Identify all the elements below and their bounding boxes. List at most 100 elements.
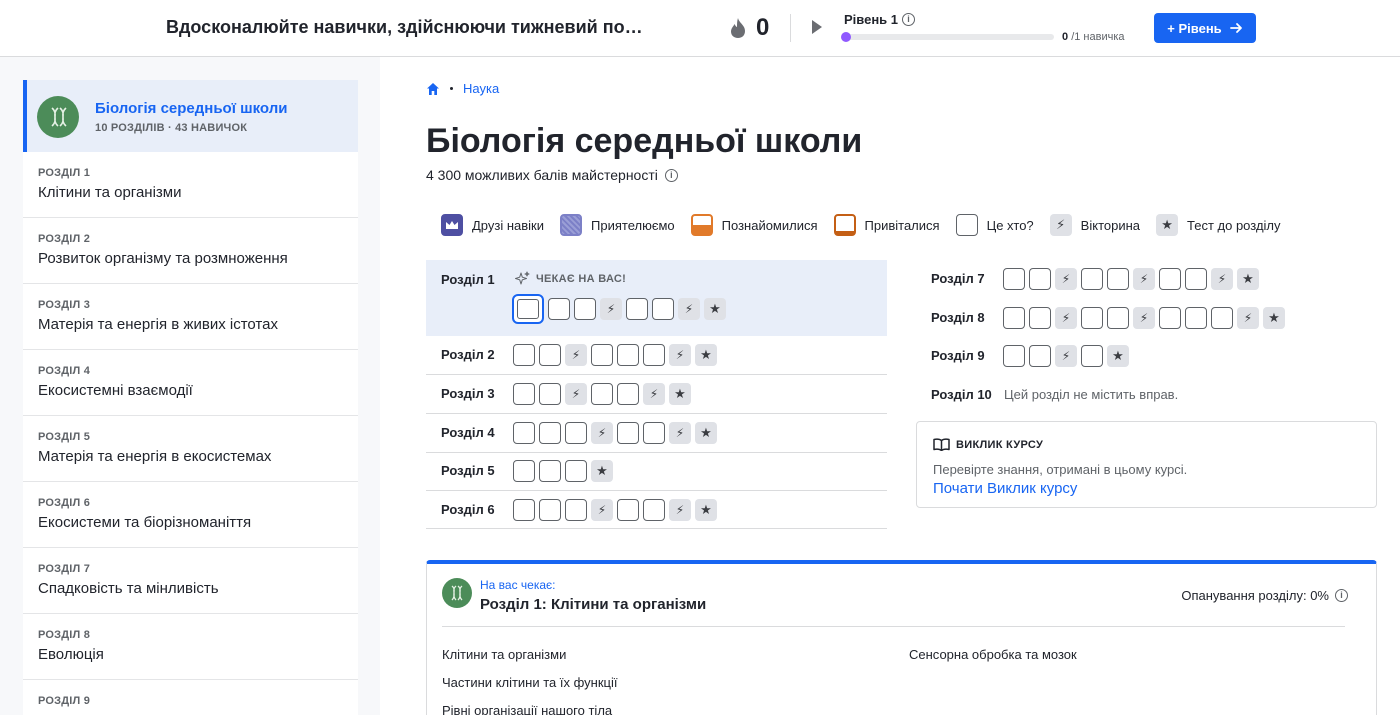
breadcrumb-link[interactable]: Наука bbox=[463, 81, 499, 96]
skill-box[interactable] bbox=[617, 499, 639, 521]
skill-box[interactable] bbox=[1107, 307, 1129, 329]
skill-box[interactable] bbox=[643, 344, 665, 366]
sidebar-unit-item[interactable]: РОЗДІЛ 1 Клітини та організми bbox=[23, 152, 358, 218]
skill-box[interactable] bbox=[1159, 268, 1181, 290]
lesson-link[interactable]: Рівні організації нашого тіла bbox=[442, 703, 612, 715]
unit-row-label[interactable]: Розділ 10 bbox=[931, 387, 992, 402]
skill-box[interactable] bbox=[591, 383, 613, 405]
quiz-box[interactable]: ⚡︎ bbox=[643, 383, 665, 405]
skill-box[interactable] bbox=[565, 460, 587, 482]
skill-box[interactable] bbox=[1159, 307, 1181, 329]
skill-box[interactable] bbox=[1081, 345, 1103, 367]
lesson-link[interactable]: Сенсорна обробка та мозок bbox=[909, 647, 1077, 662]
sidebar-course-card[interactable]: Біологія середньої школи 10 РОЗДІЛІВ · 4… bbox=[23, 80, 358, 152]
skill-box[interactable] bbox=[539, 460, 561, 482]
quiz-box[interactable]: ⚡︎ bbox=[1055, 307, 1077, 329]
skill-box[interactable] bbox=[643, 422, 665, 444]
unit-test-box[interactable]: ★ bbox=[695, 344, 717, 366]
quiz-box[interactable]: ⚡︎ bbox=[678, 298, 700, 320]
quiz-box[interactable]: ⚡︎ bbox=[1055, 268, 1077, 290]
quiz-box[interactable]: ⚡︎ bbox=[669, 499, 691, 521]
lesson-link[interactable]: Частини клітини та їх функції bbox=[442, 675, 617, 690]
unit-row-label[interactable]: Розділ 4 bbox=[441, 425, 495, 440]
skill-box[interactable] bbox=[1185, 268, 1207, 290]
unit-row-label[interactable]: Розділ 6 bbox=[441, 502, 495, 517]
sidebar-unit-item[interactable]: РОЗДІЛ 2 Розвиток організму та розмноженн… bbox=[23, 218, 358, 284]
quiz-box[interactable]: ⚡︎ bbox=[565, 383, 587, 405]
unit-test-box[interactable]: ★ bbox=[695, 422, 717, 444]
skill-box[interactable] bbox=[617, 344, 639, 366]
skill-box[interactable] bbox=[617, 383, 639, 405]
unit-test-box[interactable]: ★ bbox=[695, 499, 717, 521]
skill-box[interactable] bbox=[1003, 345, 1025, 367]
weekly-goal-text[interactable]: Вдосконалюйте навички, здійснюючи тижнев… bbox=[166, 17, 643, 38]
skill-box[interactable] bbox=[565, 422, 587, 444]
skill-box[interactable] bbox=[574, 298, 596, 320]
skill-box[interactable] bbox=[652, 298, 674, 320]
skill-box[interactable] bbox=[513, 383, 535, 405]
skill-box[interactable] bbox=[548, 298, 570, 320]
sidebar-unit-item[interactable]: РОЗДІЛ 5 Матерія та енергія в екосистемах bbox=[23, 416, 358, 482]
unit-row-label[interactable]: Розділ 1 bbox=[441, 272, 495, 287]
skill-box[interactable] bbox=[539, 344, 561, 366]
unit-row-label[interactable]: Розділ 8 bbox=[931, 310, 985, 325]
quiz-box[interactable]: ⚡︎ bbox=[591, 422, 613, 444]
skill-box[interactable] bbox=[643, 499, 665, 521]
sidebar-unit-item[interactable]: РОЗДІЛ 7 Спадковість та мінливість bbox=[23, 548, 358, 614]
skill-box[interactable] bbox=[1081, 268, 1103, 290]
unit-test-box[interactable]: ★ bbox=[591, 460, 613, 482]
unit-row-label[interactable]: Розділ 7 bbox=[931, 271, 985, 286]
skill-box[interactable] bbox=[617, 422, 639, 444]
skill-box[interactable] bbox=[513, 344, 535, 366]
play-icon[interactable] bbox=[812, 20, 822, 34]
home-icon[interactable] bbox=[426, 82, 440, 96]
skill-box[interactable] bbox=[1029, 307, 1051, 329]
quiz-box[interactable]: ⚡︎ bbox=[600, 298, 622, 320]
skill-box[interactable] bbox=[539, 383, 561, 405]
lesson-link[interactable]: Клітини та організми bbox=[442, 647, 566, 662]
quiz-box[interactable]: ⚡︎ bbox=[565, 344, 587, 366]
info-icon[interactable]: i bbox=[664, 168, 678, 182]
level-up-button[interactable]: + Рівень bbox=[1154, 13, 1256, 43]
unit-row-label[interactable]: Розділ 3 bbox=[441, 386, 495, 401]
sidebar-unit-item[interactable]: РОЗДІЛ 4 Екосистемні взаємодії bbox=[23, 350, 358, 416]
unit-test-box[interactable]: ★ bbox=[1237, 268, 1259, 290]
quiz-box[interactable]: ⚡︎ bbox=[669, 422, 691, 444]
skill-box[interactable] bbox=[1029, 345, 1051, 367]
skill-box[interactable] bbox=[591, 344, 613, 366]
skill-box[interactable] bbox=[513, 460, 535, 482]
quiz-box[interactable]: ⚡︎ bbox=[1237, 307, 1259, 329]
skill-box[interactable] bbox=[539, 422, 561, 444]
info-icon[interactable]: i bbox=[902, 13, 916, 26]
sidebar-unit-item[interactable]: РОЗДІЛ 3 Матерія та енергія в живих істот… bbox=[23, 284, 358, 350]
skill-box[interactable] bbox=[1185, 307, 1207, 329]
quiz-box[interactable]: ⚡︎ bbox=[591, 499, 613, 521]
unit-test-box[interactable]: ★ bbox=[704, 298, 726, 320]
quiz-box[interactable]: ⚡︎ bbox=[1133, 268, 1155, 290]
skill-box[interactable] bbox=[1029, 268, 1051, 290]
skill-box[interactable] bbox=[1211, 307, 1233, 329]
skill-box[interactable] bbox=[626, 298, 648, 320]
unit-row-label[interactable]: Розділ 5 bbox=[441, 463, 495, 478]
skill-box[interactable] bbox=[539, 499, 561, 521]
start-challenge-link[interactable]: Почати Виклик курсу bbox=[933, 480, 1077, 497]
current-skill-box[interactable] bbox=[512, 294, 544, 324]
quiz-box[interactable]: ⚡︎ bbox=[1211, 268, 1233, 290]
skill-box[interactable] bbox=[565, 499, 587, 521]
unit-test-box[interactable]: ★ bbox=[669, 383, 691, 405]
skill-box[interactable] bbox=[513, 422, 535, 444]
unit-row-label[interactable]: Розділ 2 bbox=[441, 347, 495, 362]
skill-box[interactable] bbox=[1107, 268, 1129, 290]
sidebar-unit-item[interactable]: РОЗДІЛ 9 bbox=[23, 680, 358, 715]
sidebar-unit-item[interactable]: РОЗДІЛ 6 Екосистеми та біорізноманіття bbox=[23, 482, 358, 548]
skill-box[interactable] bbox=[1003, 268, 1025, 290]
quiz-box[interactable]: ⚡︎ bbox=[1133, 307, 1155, 329]
quiz-box[interactable]: ⚡︎ bbox=[1055, 345, 1077, 367]
streak[interactable]: 0 bbox=[728, 14, 769, 42]
skill-box[interactable] bbox=[1003, 307, 1025, 329]
unit-row-label[interactable]: Розділ 9 bbox=[931, 348, 985, 363]
info-icon[interactable]: i bbox=[1335, 589, 1348, 602]
unit-test-box[interactable]: ★ bbox=[1107, 345, 1129, 367]
sidebar-unit-item[interactable]: РОЗДІЛ 8 Еволюція bbox=[23, 614, 358, 680]
quiz-box[interactable]: ⚡︎ bbox=[669, 344, 691, 366]
